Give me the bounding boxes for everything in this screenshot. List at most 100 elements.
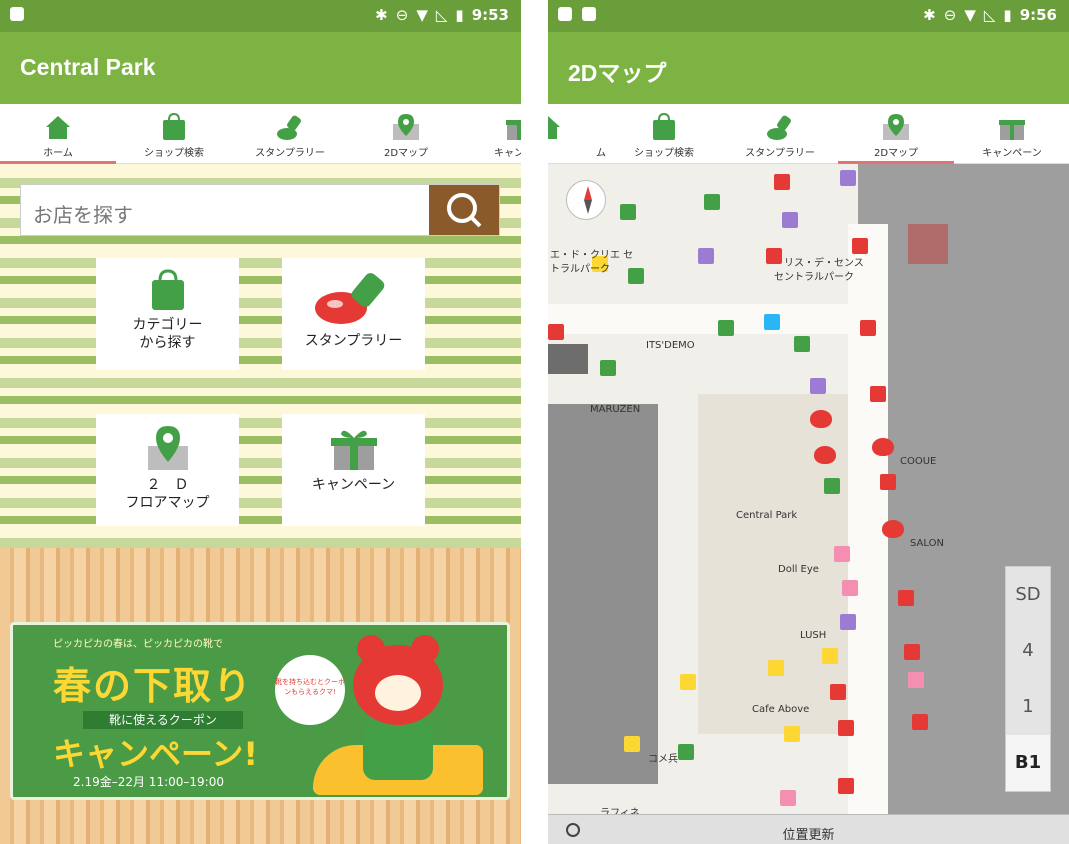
tab-campaign[interactable]: キャン [464, 104, 521, 164]
map-screen: ✱ ⊖ ▼ ◺ ▮ 9:56 2Dマップ ム ショップ検索 スタンプラリー 2D… [548, 0, 1069, 844]
shop-pin-icon[interactable] [774, 174, 790, 190]
bear-mascot-icon [353, 635, 443, 725]
app-bar: 2Dマップ [548, 32, 1069, 104]
shop-pin-icon[interactable] [680, 674, 696, 690]
shop-pin-icon[interactable] [678, 744, 694, 760]
shop-pin-icon[interactable] [912, 714, 928, 730]
shopping-bag-icon [653, 112, 675, 140]
stamp-icon [314, 273, 384, 324]
page-title: Central Park [20, 54, 156, 80]
map-label: COOUE [900, 456, 937, 467]
compass-icon[interactable] [566, 180, 606, 220]
shop-pin-icon[interactable] [904, 644, 920, 660]
tab-home[interactable]: ホーム [0, 104, 116, 164]
bear-pin-icon[interactable] [814, 446, 836, 464]
shop-pin-icon[interactable] [852, 238, 868, 254]
category-search-tile[interactable]: カテゴリー から探す [96, 258, 239, 370]
shop-pin-icon[interactable] [782, 212, 798, 228]
update-location-label: 位置更新 [782, 828, 835, 843]
shop-pin-icon[interactable] [880, 474, 896, 490]
tab-2d-map[interactable]: 2Dマップ [348, 104, 464, 164]
shop-pin-icon[interactable] [780, 790, 796, 806]
floor-1-button[interactable]: 1 [1006, 679, 1050, 735]
app-bar: Central Park [0, 32, 521, 104]
search-placeholder: お店を探す [33, 203, 133, 227]
shop-pin-icon[interactable] [620, 204, 636, 220]
shop-pin-icon[interactable] [718, 320, 734, 336]
shop-pin-icon[interactable] [810, 378, 826, 394]
shop-pin-icon[interactable] [830, 684, 846, 700]
tile-label: スタンプラリー [304, 333, 403, 349]
tab-2d-map[interactable]: 2Dマップ [838, 104, 954, 164]
shop-pin-icon[interactable] [548, 324, 564, 340]
shop-pin-icon[interactable] [704, 194, 720, 210]
shop-pin-icon[interactable] [860, 320, 876, 336]
bear-pin-icon[interactable] [810, 410, 832, 428]
tab-bar: ム ショップ検索 スタンプラリー 2Dマップ キャンペーン [548, 104, 1069, 164]
shop-pin-icon[interactable] [600, 360, 616, 376]
shop-pin-icon[interactable] [908, 672, 924, 688]
map-walkway [848, 224, 888, 814]
tab-stamp-rally[interactable]: スタンプラリー [722, 104, 838, 164]
dnd-icon: ⊖ [395, 6, 409, 24]
shop-pin-icon[interactable] [870, 386, 886, 402]
search-icon [447, 193, 482, 228]
bear-pin-icon[interactable] [882, 520, 904, 538]
tab-label: 2Dマップ [873, 148, 919, 159]
signal-icon: ◺ [435, 6, 448, 24]
tab-label: ム [596, 148, 606, 159]
shop-pin-icon[interactable] [624, 736, 640, 752]
shop-pin-icon[interactable] [824, 478, 840, 494]
map-pin-icon [147, 426, 188, 470]
tab-home[interactable]: ム [548, 104, 606, 164]
shop-pin-icon[interactable] [822, 648, 838, 664]
banner-title: 春の下取り [53, 664, 254, 708]
tab-stamp-rally[interactable]: スタンプラリー [232, 104, 348, 164]
map-label: トラルパーク [550, 264, 610, 275]
search-button[interactable] [429, 185, 499, 235]
map-label: SALON [910, 538, 944, 549]
tile-label: ２ Ｄ フロアマップ [125, 477, 210, 511]
bluetooth-icon: ✱ [375, 6, 388, 24]
notification-icon [582, 7, 596, 21]
shop-pin-icon[interactable] [840, 614, 856, 630]
shop-pin-icon[interactable] [840, 170, 856, 186]
shop-pin-icon[interactable] [794, 336, 810, 352]
update-location-bar[interactable]: 位置更新 [548, 814, 1069, 844]
tab-shop-search[interactable]: ショップ検索 [116, 104, 232, 164]
floor-4-button[interactable]: 4 [1006, 623, 1050, 679]
shop-pin-icon[interactable] [834, 546, 850, 562]
floor-map[interactable]: エ・ド・クリエ セ トラルパーク リス・デ・センス セントラルパーク ITS'D… [548, 164, 1069, 814]
campaign-banner[interactable]: ピッカピカの春は、ピッカピカの靴で 春の下取り 靴に使えるクーポン キャンペーン… [10, 622, 510, 800]
tab-label: 2Dマップ [383, 148, 429, 159]
tab-campaign[interactable]: キャンペーン [954, 104, 1069, 164]
shop-pin-icon[interactable] [628, 268, 644, 284]
shop-pin-icon[interactable] [698, 248, 714, 264]
shop-pin-icon[interactable] [766, 248, 782, 264]
gift-icon [330, 430, 377, 470]
map-pin-icon [883, 114, 909, 140]
map-building [548, 344, 588, 374]
shop-pin-icon[interactable] [838, 778, 854, 794]
tab-label: キャン [494, 148, 521, 159]
shop-pin-icon[interactable] [842, 580, 858, 596]
tab-shop-search[interactable]: ショップ検索 [606, 104, 722, 164]
campaign-tile[interactable]: キャンペーン [282, 414, 425, 526]
tab-label: スタンプラリー [255, 148, 325, 159]
gift-icon [999, 120, 1025, 140]
floor-sd-button[interactable]: SD [1006, 567, 1050, 623]
floor-map-tile[interactable]: ２ Ｄ フロアマップ [96, 414, 239, 526]
page-title: 2Dマップ [568, 60, 667, 86]
shop-search-field[interactable]: お店を探す [20, 184, 500, 236]
bear-pin-icon[interactable] [872, 438, 894, 456]
map-label: MARUZEN [590, 404, 641, 415]
stamp-rally-tile[interactable]: スタンプラリー [282, 258, 425, 370]
shop-pin-icon[interactable] [768, 660, 784, 676]
stamp-icon [767, 115, 791, 140]
info-pin-icon[interactable] [764, 314, 780, 330]
floor-selector: SD 4 1 B1 [1005, 566, 1051, 792]
shop-pin-icon[interactable] [784, 726, 800, 742]
floor-b1-button[interactable]: B1 [1006, 735, 1050, 791]
shop-pin-icon[interactable] [898, 590, 914, 606]
shop-pin-icon[interactable] [838, 720, 854, 736]
